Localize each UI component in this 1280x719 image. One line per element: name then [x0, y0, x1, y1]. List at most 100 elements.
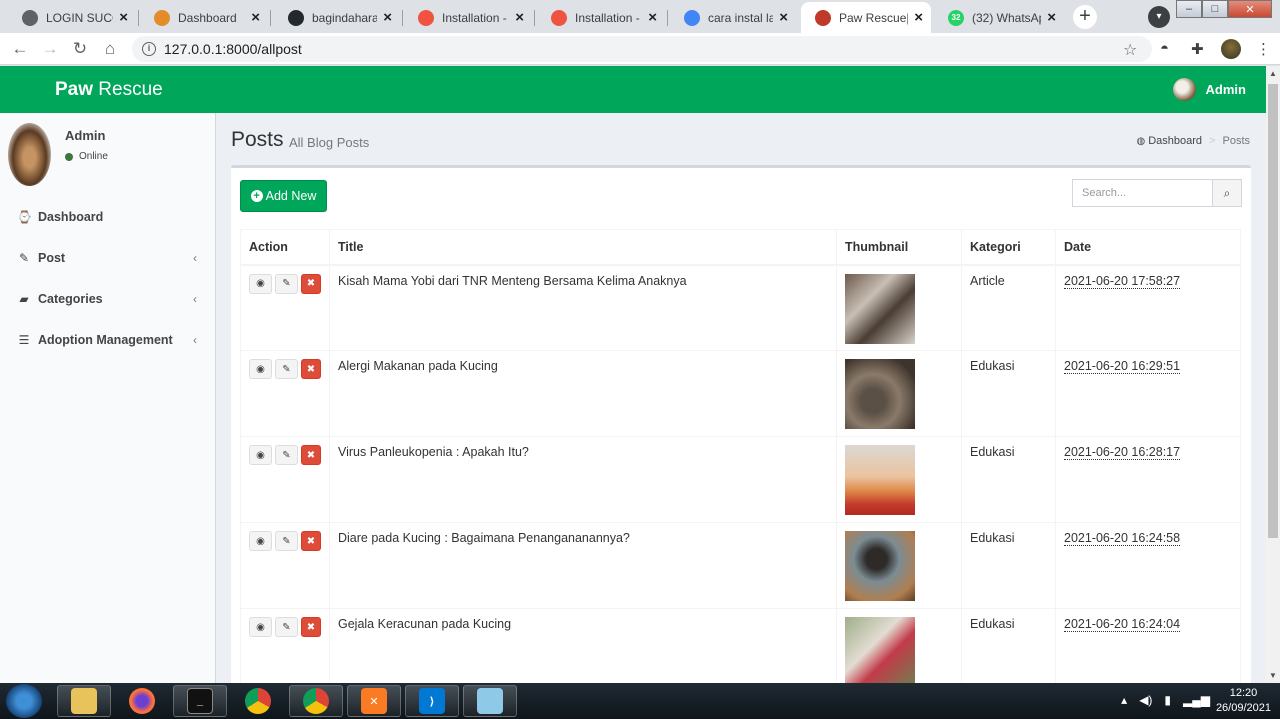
incognito-extension-icon[interactable]: ◓	[1160, 40, 1169, 57]
header-title[interactable]: Title	[329, 229, 837, 266]
extensions-puzzle-icon[interactable]: ✚	[1191, 40, 1204, 58]
post-date: 2021-06-20 16:29:51	[1064, 359, 1181, 374]
taskbar-explorer[interactable]	[57, 685, 111, 717]
browser-tab[interactable]: bagindaharah ×	[274, 4, 400, 31]
close-tab-icon[interactable]: ×	[914, 9, 923, 26]
edit-button[interactable]: ✎	[275, 617, 298, 637]
eye-icon: ◉	[256, 278, 265, 289]
network-warning-icon[interactable]: ▮	[1164, 693, 1171, 707]
taskbar-firefox[interactable]	[115, 685, 169, 717]
taskbar-cmd[interactable]: _	[173, 685, 227, 717]
delete-button[interactable]: ✖	[301, 531, 321, 551]
user-menu[interactable]: Admin	[1172, 78, 1246, 101]
post-date: 2021-06-20 16:28:17	[1064, 445, 1181, 460]
site-info-icon[interactable]: i	[142, 42, 156, 56]
browser-tab[interactable]: LOGIN SUCCE ×	[8, 4, 136, 31]
add-new-button[interactable]: + Add New	[240, 180, 327, 212]
back-icon[interactable]: ←	[10, 39, 30, 59]
thumbnail-cell	[836, 522, 962, 609]
home-icon[interactable]: ⌂	[100, 39, 120, 59]
edit-button[interactable]: ✎	[275, 531, 298, 551]
taskbar-chrome-profile[interactable]	[231, 685, 285, 717]
close-tab-icon[interactable]: ×	[119, 9, 128, 26]
maximize-button[interactable]: □	[1202, 0, 1228, 18]
list-icon: ☰	[18, 332, 30, 347]
close-tab-icon[interactable]: ×	[648, 9, 657, 26]
sidebar: Admin Online ⌚ Dashboard ✎ Post ‹ ▰ Categories…	[0, 113, 216, 683]
dashboard-icon: ⌚	[17, 209, 32, 224]
new-tab-button[interactable]: +	[1073, 5, 1097, 29]
signal-icon[interactable]: ▂▄▆	[1183, 693, 1210, 707]
header-action[interactable]: Action	[240, 229, 330, 266]
date-cell: 2021-06-20 16:29:51	[1055, 350, 1241, 437]
address-bar[interactable]: i 127.0.0.1:8000/allpost	[132, 36, 1152, 62]
avatar	[8, 123, 51, 186]
sidebar-item-dashboard[interactable]: ⌚ Dashboard	[0, 196, 215, 237]
view-button[interactable]: ◉	[249, 445, 272, 465]
close-tab-icon[interactable]: ×	[383, 9, 392, 26]
taskbar-chrome[interactable]	[289, 685, 343, 717]
taskbar-notepad[interactable]	[463, 685, 517, 717]
start-button[interactable]	[6, 684, 42, 718]
tab-title: Installation - L	[442, 10, 509, 25]
breadcrumb: ◍ Dashboard > Posts	[1136, 135, 1250, 147]
browser-tab-strip: LOGIN SUCCE×Dashboard×bagindaharah× Insta…	[0, 0, 1280, 33]
sidebar-item-categories[interactable]: ▰ Categories ‹	[0, 278, 215, 319]
minimize-button[interactable]: –	[1176, 0, 1202, 18]
close-tab-icon[interactable]: ×	[779, 9, 788, 26]
scrollbar-thumb[interactable]	[1268, 84, 1278, 538]
browser-tab[interactable]: cara instal lara ×	[670, 4, 796, 31]
close-tab-icon[interactable]: ×	[1047, 9, 1056, 26]
browser-tab[interactable]: Dashboard ×	[140, 4, 268, 31]
breadcrumb-dashboard[interactable]: Dashboard	[1148, 135, 1202, 147]
browser-tab[interactable]: 32 (32) WhatsApp ×	[934, 4, 1064, 31]
edit-button[interactable]: ✎	[275, 445, 298, 465]
view-button[interactable]: ◉	[249, 273, 272, 294]
action-cell: ◉ ✎ ✖	[240, 264, 330, 351]
delete-button[interactable]: ✖	[301, 617, 321, 637]
system-clock[interactable]: 12:20 26/09/2021	[1216, 686, 1271, 716]
page-scrollbar[interactable]: ▲ ▼	[1266, 66, 1280, 683]
sidebar-item-adoption-management[interactable]: ☰ Adoption Management ‹	[0, 319, 215, 360]
header-thumbnail[interactable]: Thumbnail	[836, 229, 962, 266]
view-button[interactable]: ◉	[249, 531, 272, 551]
delete-button[interactable]: ✖	[301, 359, 321, 379]
edit-button[interactable]: ✎	[275, 359, 298, 379]
taskbar-vscode[interactable]: ⟩	[405, 685, 459, 717]
search-icon: ⌕	[1223, 185, 1231, 200]
show-hidden-icons-icon[interactable]: ▴	[1121, 693, 1127, 707]
browser-tab[interactable]: Installation - L ×	[537, 4, 665, 31]
browser-tab[interactable]: Installation - L ×	[404, 4, 532, 31]
edit-button[interactable]: ✎	[275, 273, 298, 294]
view-button[interactable]: ◉	[249, 617, 272, 637]
kategori-cell: Article	[961, 264, 1056, 351]
search-input[interactable]: Search...	[1072, 179, 1213, 207]
browser-toolbar: ← → ↻ ⌂ i 127.0.0.1:8000/allpost ☆ ◓ ✚ ⋮	[0, 33, 1280, 65]
header-date[interactable]: Date	[1055, 229, 1241, 266]
delete-button[interactable]: ✖	[301, 445, 321, 465]
scroll-down-icon[interactable]: ▼	[1269, 671, 1277, 680]
brand-logo[interactable]: Paw Rescue	[55, 79, 163, 101]
search-button[interactable]: ⌕	[1213, 179, 1242, 207]
reload-icon[interactable]: ↻	[70, 39, 90, 59]
view-button[interactable]: ◉	[249, 359, 272, 379]
delete-button[interactable]: ✖	[301, 273, 321, 294]
sidebar-item-post[interactable]: ✎ Post ‹	[0, 237, 215, 278]
bookmark-star-icon[interactable]: ☆	[1123, 40, 1137, 60]
scroll-up-icon[interactable]: ▲	[1269, 69, 1277, 78]
close-window-button[interactable]: ✕	[1228, 0, 1272, 18]
profile-avatar-icon[interactable]	[1221, 39, 1241, 59]
volume-icon[interactable]: ◀)	[1139, 693, 1152, 707]
tab-separator	[667, 10, 668, 26]
close-tab-icon[interactable]: ×	[515, 9, 524, 26]
browser-tab[interactable]: Paw Rescue| D ×	[801, 2, 931, 33]
tab-search-icon[interactable]: ▾	[1148, 6, 1170, 28]
user-panel: Admin Online	[8, 123, 108, 186]
forward-icon[interactable]: →	[40, 39, 60, 59]
close-icon: ✖	[306, 449, 316, 461]
close-tab-icon[interactable]: ×	[251, 9, 260, 26]
header-kategori[interactable]: Kategori	[961, 229, 1056, 266]
online-dot-icon	[65, 152, 73, 161]
taskbar-xampp[interactable]: ✕	[347, 685, 401, 717]
browser-menu-icon[interactable]: ⋮	[1256, 40, 1271, 58]
